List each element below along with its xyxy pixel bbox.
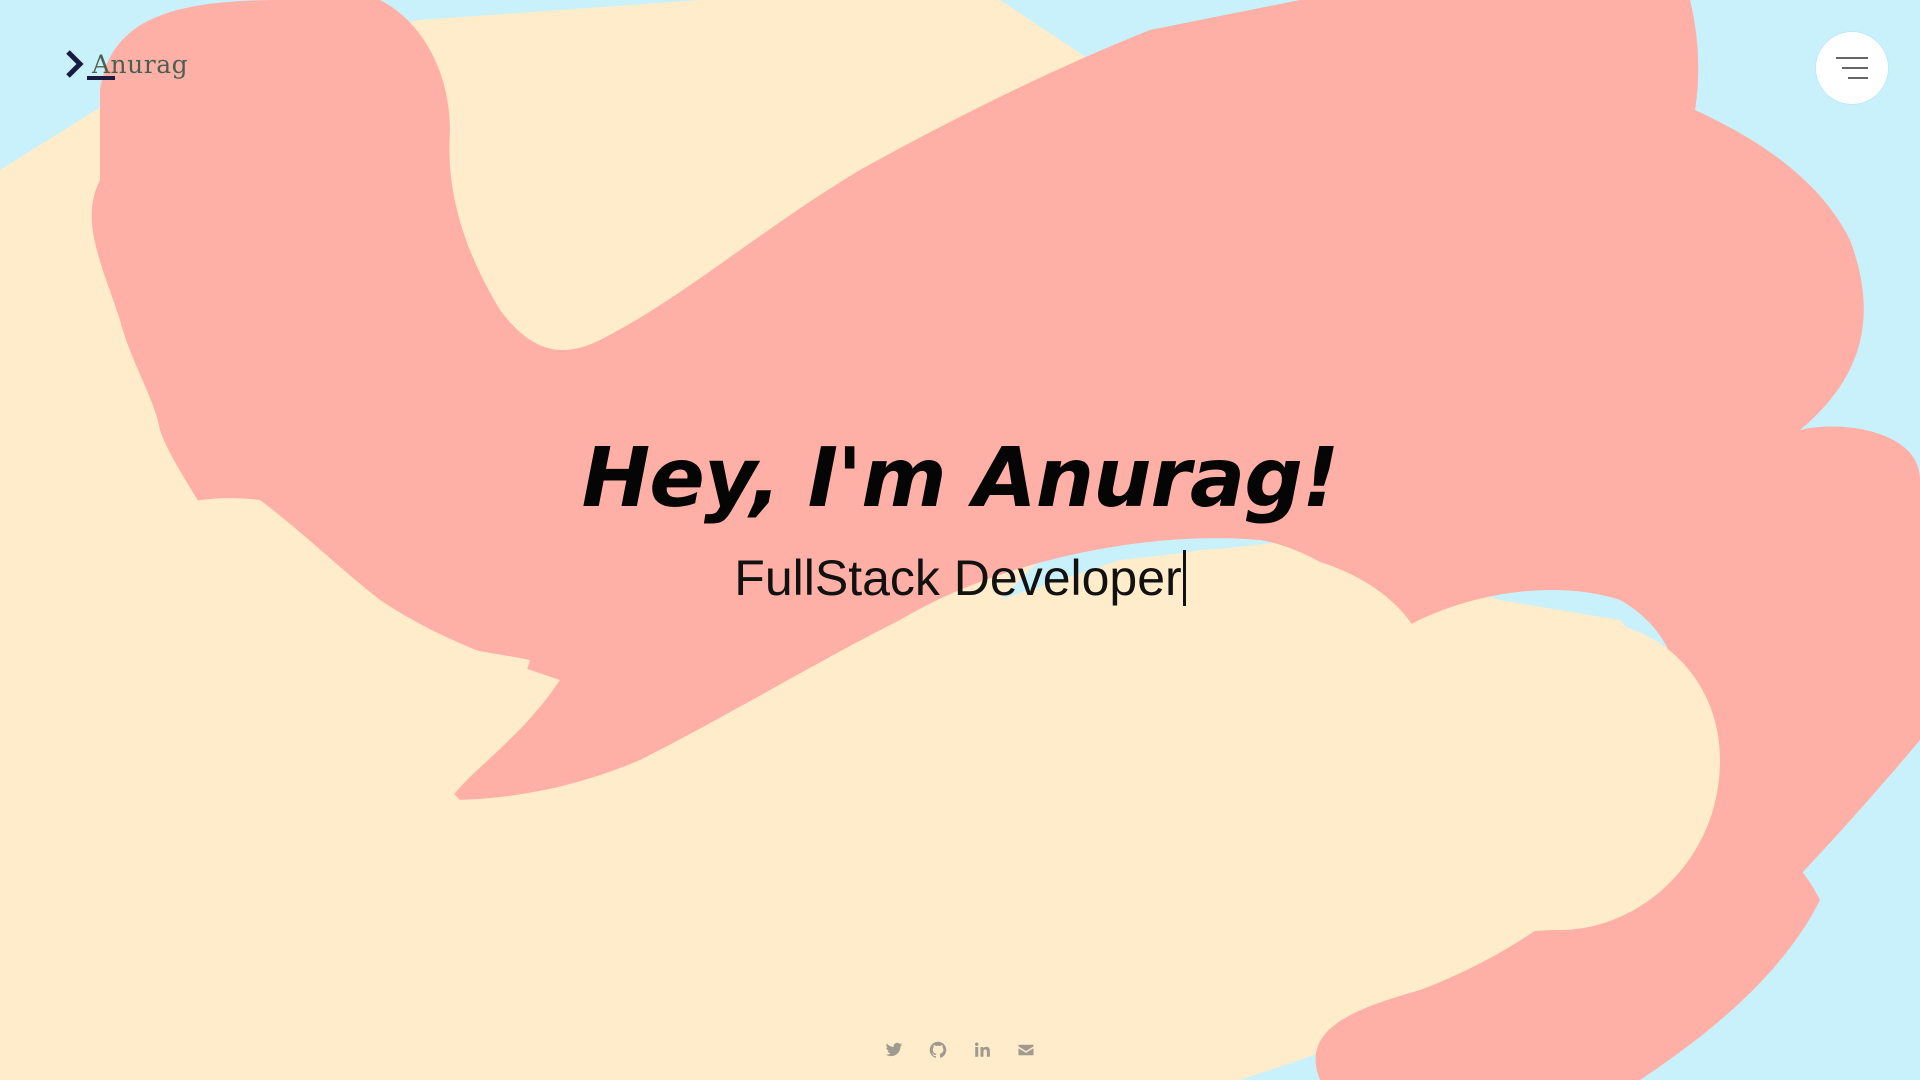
github-icon [929,1041,947,1058]
github-link[interactable] [928,1040,948,1060]
menu-button[interactable] [1816,32,1888,104]
twitter-icon [885,1042,903,1057]
page: Anurag Hey, I'm Anurag! FullStack Develo… [0,0,1920,1080]
logo-underscore [87,76,115,80]
linkedin-icon [975,1042,990,1057]
hero-subtitle-wrap: FullStack Developer [734,550,1186,607]
terminal-prompt-icon [66,50,84,78]
hero-section: Hey, I'm Anurag! FullStack Developer [0,430,1920,607]
hero-subtitle: FullStack Developer [734,550,1182,607]
linkedin-link[interactable] [972,1040,992,1060]
social-links [0,1040,1920,1060]
site-logo[interactable]: Anurag [64,46,188,86]
twitter-link[interactable] [884,1040,904,1060]
typing-cursor [1182,550,1186,607]
hero-title: Hey, I'm Anurag! [581,431,1340,526]
logo-text: Anurag [92,49,189,79]
email-icon [1018,1044,1034,1056]
hamburger-menu-icon [1836,57,1868,79]
email-link[interactable] [1016,1040,1036,1060]
